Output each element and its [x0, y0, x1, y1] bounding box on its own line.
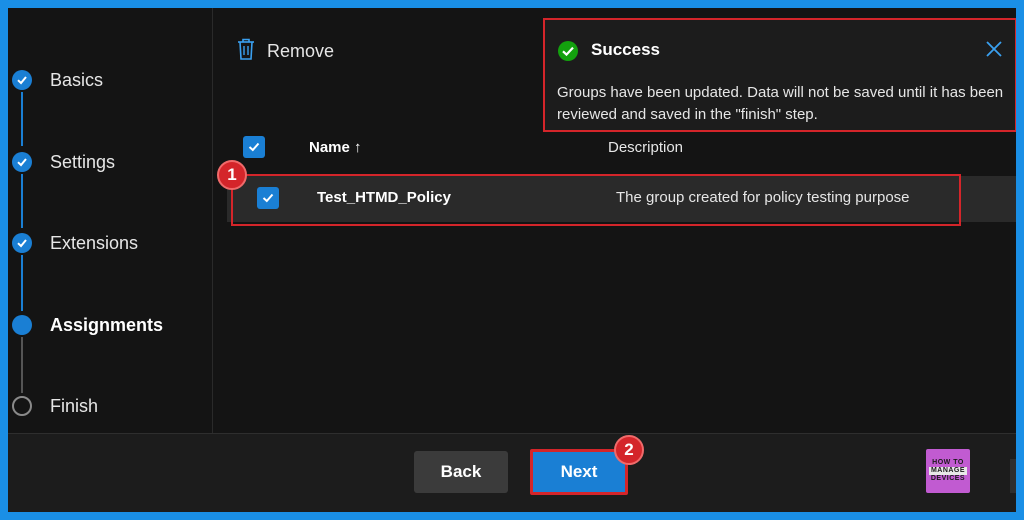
check-icon	[12, 152, 32, 172]
app-frame: Basics Settings Extensions Assignments F…	[8, 8, 1016, 512]
wizard-footer: Back Next 2 HOW TO MANAGE DEVICES	[8, 433, 1016, 512]
step-settings[interactable]: Settings	[12, 149, 115, 175]
table-header: Name ↑ Description	[243, 130, 1013, 164]
column-header-name[interactable]: Name ↑	[309, 139, 362, 156]
step-label: Assignments	[50, 314, 164, 335]
step-finish[interactable]: Finish	[12, 393, 98, 419]
check-icon	[12, 233, 32, 253]
scroll-edge	[1010, 459, 1016, 493]
logo-line: MANAGE	[928, 467, 968, 475]
step-label: Finish	[50, 395, 99, 416]
remove-button[interactable]: Remove	[237, 38, 334, 65]
step-connector	[21, 337, 23, 393]
logo: HOW TO MANAGE DEVICES	[926, 449, 970, 493]
step-extensions[interactable]: Extensions	[12, 230, 138, 256]
select-all-checkbox[interactable]	[243, 136, 265, 158]
step-connector	[21, 255, 23, 311]
logo-line: HOW TO	[932, 459, 964, 466]
main-content: Remove Success Groups have been updated.…	[213, 8, 1016, 433]
logo-line: DEVICES	[930, 475, 966, 482]
current-step-dot-icon	[12, 315, 32, 335]
step-label: Extensions	[50, 232, 139, 253]
step-assignments[interactable]: Assignments	[12, 312, 163, 338]
back-button[interactable]: Back	[414, 451, 508, 493]
pending-step-dot-icon	[12, 396, 32, 416]
annotation-badge-2: 2	[614, 435, 644, 465]
wizard-steps: Basics Settings Extensions Assignments F…	[8, 8, 213, 433]
step-connector	[21, 174, 23, 228]
step-basics[interactable]: Basics	[12, 67, 103, 93]
success-toast: Success Groups have been updated. Data w…	[543, 18, 1016, 132]
toast-title: Success	[591, 40, 660, 59]
step-connector	[21, 92, 23, 146]
column-header-description: Description	[608, 138, 684, 156]
row-highlight-box	[231, 174, 961, 226]
annotation-badge-1: 1	[217, 160, 247, 190]
close-icon[interactable]	[985, 40, 1003, 63]
step-label: Basics	[50, 69, 104, 90]
success-check-icon	[557, 40, 579, 67]
toast-message: Groups have been updated. Data will not …	[557, 84, 1004, 123]
next-button[interactable]: Next	[530, 449, 628, 495]
remove-label: Remove	[267, 41, 335, 61]
step-label: Settings	[50, 151, 116, 172]
trash-icon	[237, 38, 255, 65]
check-icon	[12, 70, 32, 90]
